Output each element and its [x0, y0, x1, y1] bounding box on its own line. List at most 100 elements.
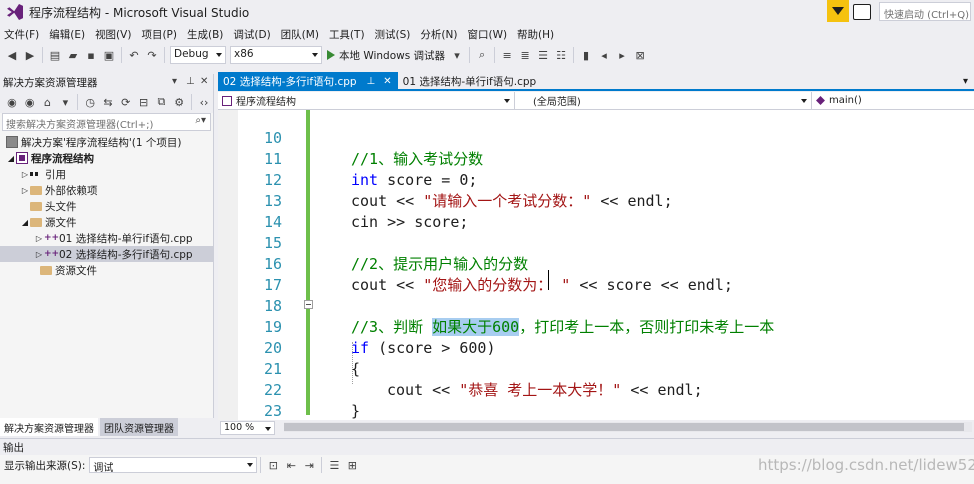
redo-icon[interactable]: ↷: [144, 47, 160, 63]
close-icon[interactable]: ✕: [200, 76, 208, 87]
toolbar-separator: [164, 47, 165, 63]
menu-window[interactable]: 窗口(W): [465, 27, 515, 42]
solution-configuration-select[interactable]: Debug: [170, 46, 226, 64]
menu-build[interactable]: 生成(B): [185, 27, 231, 42]
prev-bookmark-icon[interactable]: ◂: [596, 47, 612, 63]
code-line: 17: [218, 254, 974, 294]
forward-icon[interactable]: ◉: [22, 94, 38, 110]
tree-item-project[interactable]: ◢ 程序流程结构: [0, 150, 213, 166]
member-value: main(): [829, 95, 862, 106]
next-message-icon[interactable]: ⇥: [301, 457, 317, 473]
output-source-select[interactable]: 调试: [89, 457, 258, 474]
new-project-icon[interactable]: ▤: [47, 47, 63, 63]
menu-help[interactable]: 帮助(H): [515, 27, 562, 42]
zoom-select[interactable]: 100 %: [220, 420, 275, 435]
save-all-icon[interactable]: ▣: [101, 47, 117, 63]
toolbar-separator: [260, 457, 262, 473]
code-line: 20 {: [218, 317, 974, 378]
title-bar: 程序流程结构 - Microsoft Visual Studio 快速启动 (C…: [0, 0, 974, 24]
forward-icon[interactable]: ▶: [22, 47, 38, 63]
indent-icon[interactable]: ≡: [499, 47, 515, 63]
close-icon[interactable]: ✕: [383, 76, 391, 87]
scope-select[interactable]: (全局范围): [515, 92, 812, 109]
sync-icon[interactable]: ⇆: [100, 94, 116, 110]
solution-explorer-panel: 解决方案资源管理器 ▾ ⊥ ✕ ◉ ◉ ⌂ ▾ ◷ ⇆ ⟳ ⊟ ⧉ ⚙ ‹› 搜…: [0, 74, 214, 436]
solution-explorer-search-input[interactable]: 搜索解决方案资源管理器(Ctrl+;) ⌕▾: [2, 113, 211, 131]
tab-overflow-icon[interactable]: ▾: [963, 76, 968, 89]
auto-hide-pin-icon[interactable]: ⊥: [186, 76, 195, 87]
quick-launch-input[interactable]: 快速启动 (Ctrl+Q): [879, 2, 971, 21]
tree-item-references[interactable]: ▷ 引用: [0, 166, 213, 182]
expanded-arrow-icon[interactable]: ◢: [6, 154, 16, 163]
menu-debug[interactable]: 调试(D): [231, 27, 278, 42]
tree-item-label: 引用: [45, 168, 66, 181]
menu-edit[interactable]: 编辑(E): [47, 27, 93, 42]
collapsed-arrow-icon[interactable]: ▷: [34, 234, 44, 243]
next-bookmark-icon[interactable]: ▸: [614, 47, 630, 63]
word-wrap-icon[interactable]: ⊞: [344, 457, 360, 473]
collapsed-arrow-icon[interactable]: ▷: [20, 186, 30, 195]
tab-team-explorer[interactable]: 团队资源管理器: [100, 418, 178, 436]
chevron-down-icon[interactable]: ▾: [449, 47, 465, 63]
menu-test[interactable]: 测试(S): [373, 27, 419, 42]
clear-bookmarks-icon[interactable]: ⊠: [632, 47, 648, 63]
expanded-arrow-icon[interactable]: ◢: [20, 218, 30, 227]
comment-icon[interactable]: ☰: [535, 47, 551, 63]
collapse-all-icon[interactable]: ⊟: [136, 94, 152, 110]
solution-platform-select[interactable]: x86: [230, 46, 322, 64]
tree-item-file-01[interactable]: ▷ ++ 01 选择结构-单行if语句.cpp: [0, 230, 213, 246]
tree-item-header-files[interactable]: 头文件: [0, 198, 213, 214]
start-debugging-button[interactable]: 本地 Windows 调试器: [324, 48, 448, 63]
tree-item-resource-files[interactable]: 资源文件: [0, 262, 213, 278]
back-icon[interactable]: ◉: [4, 94, 20, 110]
solution-explorer-tabs: 解决方案资源管理器 团队资源管理器: [0, 418, 214, 436]
tree-item-file-02[interactable]: ▷ ++ 02 选择结构-多行if语句.cpp: [0, 246, 213, 262]
tab-solution-explorer[interactable]: 解决方案资源管理器: [0, 418, 98, 436]
watermark-text: https://blog.csdn.net/lidew521: [758, 456, 974, 474]
pending-changes-filter-icon[interactable]: ◷: [82, 94, 98, 110]
menu-file[interactable]: 文件(F): [0, 27, 47, 42]
home-icon[interactable]: ⌂: [40, 94, 56, 110]
code-line: 18 //3、判断 如果大于600，打印考上一本，否则打印未考上一本: [218, 275, 974, 336]
prev-message-icon[interactable]: ⇤: [283, 457, 299, 473]
menu-tools[interactable]: 工具(T): [327, 27, 373, 42]
window-position-icon[interactable]: ▾: [172, 76, 177, 87]
collapsed-arrow-icon[interactable]: ▷: [20, 170, 30, 179]
project-select[interactable]: 程序流程结构: [218, 92, 515, 109]
refresh-icon[interactable]: ⟳: [118, 94, 134, 110]
menu-view[interactable]: 视图(V): [93, 27, 139, 42]
solution-explorer-title: 解决方案资源管理器: [3, 77, 98, 89]
show-all-files-icon[interactable]: ⧉: [153, 94, 169, 110]
menu-project[interactable]: 项目(P): [139, 27, 185, 42]
collapsed-arrow-icon[interactable]: ▷: [34, 250, 44, 259]
scrollbar-thumb[interactable]: [284, 423, 964, 431]
tree-item-external-dependencies[interactable]: ▷ 外部依赖项: [0, 182, 213, 198]
tab-file-01[interactable]: 01 选择结构-单行if语句.cpp: [398, 72, 543, 89]
tab-file-02[interactable]: 02 选择结构-多行if语句.cpp ⊥ ✕: [218, 72, 398, 89]
horizontal-scrollbar[interactable]: [284, 422, 972, 432]
code-view-icon[interactable]: ‹›: [196, 94, 212, 110]
clear-all-icon[interactable]: ☰: [326, 457, 342, 473]
pin-icon[interactable]: ⊥: [367, 76, 376, 87]
back-icon[interactable]: ◀: [4, 47, 20, 63]
undo-icon[interactable]: ↶: [126, 47, 142, 63]
tree-item-source-files[interactable]: ◢ 源文件: [0, 214, 213, 230]
outdent-icon[interactable]: ≣: [517, 47, 533, 63]
find-icon[interactable]: ⌕: [474, 47, 490, 63]
notifications-flag-button[interactable]: [827, 0, 849, 22]
chevron-down-icon[interactable]: ▾: [57, 94, 73, 110]
feedback-icon[interactable]: [853, 4, 871, 20]
editor-footer: 100 %: [218, 420, 974, 435]
uncomment-icon[interactable]: ☷: [553, 47, 569, 63]
menu-analyze[interactable]: 分析(N): [418, 27, 465, 42]
menu-team[interactable]: 团队(M): [279, 27, 327, 42]
cpp-file-icon: ++: [44, 233, 60, 243]
properties-icon[interactable]: ⚙: [171, 94, 187, 110]
member-select[interactable]: main(): [812, 92, 974, 109]
find-message-icon[interactable]: ⊡: [265, 457, 281, 473]
save-icon[interactable]: ▪: [83, 47, 99, 63]
open-file-icon[interactable]: ▰: [65, 47, 81, 63]
tree-item-solution[interactable]: 解决方案'程序流程结构'(1 个项目): [0, 134, 213, 150]
code-editor[interactable]: 10 //1、输入考试分数 11 int score = 0; 12 cout …: [218, 110, 974, 420]
bookmark-icon[interactable]: ▮: [578, 47, 594, 63]
